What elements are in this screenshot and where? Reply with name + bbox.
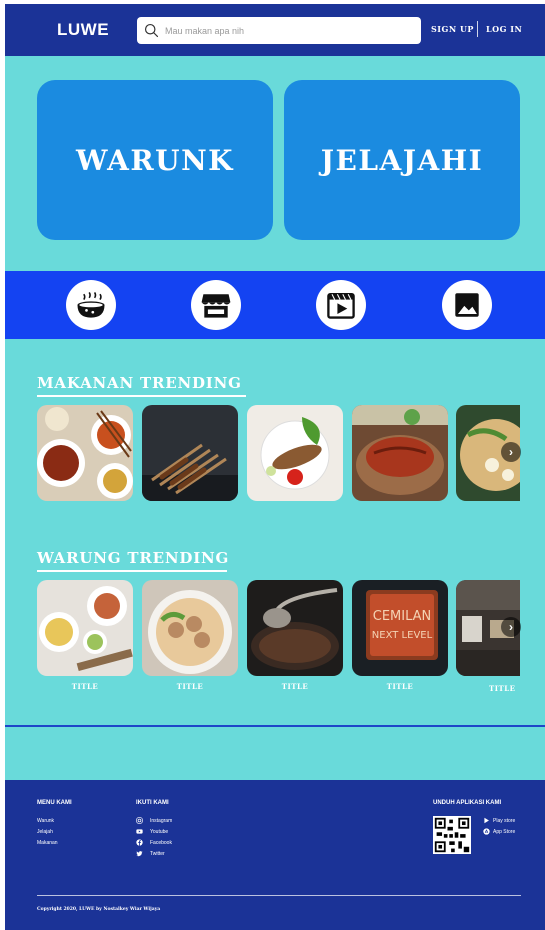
play-store-icon (484, 817, 489, 824)
food-photo-4 (352, 405, 448, 501)
category-food-button[interactable] (66, 280, 116, 330)
food-card-1[interactable] (37, 405, 133, 501)
food-card-3[interactable] (247, 405, 343, 501)
footer-link-makanan[interactable]: Makanan (37, 840, 58, 846)
warung-photo-1 (37, 580, 133, 676)
store-icon (201, 294, 231, 318)
copyright-text: Copyright 2020, LUWE by Nostalkey Wiar W… (37, 907, 161, 912)
warung-card-4[interactable]: CEMILAN NEXT LEVEL (352, 580, 448, 676)
food-photo-2 (142, 405, 238, 501)
jelajahi-card-label: JELAJAHI (320, 143, 484, 177)
food-pot-icon (77, 291, 105, 318)
warung-carousel-next-button[interactable]: › (501, 617, 521, 637)
top-navbar: LUWE SIGN UP LOG IN (5, 4, 545, 56)
footer-link-warunk[interactable]: Warunk (37, 818, 54, 824)
search-bar[interactable] (137, 17, 421, 44)
search-icon (144, 23, 159, 38)
warung-card-1[interactable] (37, 580, 133, 676)
footer-divider (37, 895, 521, 896)
warunk-card[interactable]: WARUNK (37, 80, 273, 240)
category-video-button[interactable] (316, 280, 366, 330)
youtube-icon (136, 829, 143, 834)
sign-text-line-1: CEMILAN (373, 609, 432, 624)
twitter-icon (136, 851, 143, 857)
logo[interactable]: LUWE (57, 20, 109, 40)
sign-text-line-2: NEXT LEVEL (372, 630, 433, 641)
image-icon (455, 293, 479, 317)
warung-card-2[interactable] (142, 580, 238, 676)
warung-photo-3 (247, 580, 343, 676)
warung-photo-2 (142, 580, 238, 676)
food-card-2[interactable] (142, 405, 238, 501)
log-in-button[interactable]: LOG IN (486, 24, 522, 34)
instagram-icon (136, 817, 143, 824)
food-card-4[interactable] (352, 405, 448, 501)
video-icon (327, 293, 355, 319)
footer-link-twitter[interactable]: Twitter (150, 851, 165, 857)
warunk-card-label: WARUNK (76, 143, 234, 177)
play-store-link[interactable]: Play store (493, 818, 515, 824)
warung-card-1-title[interactable]: TITLE (37, 682, 133, 691)
warung-card-3-title[interactable]: TITLE (247, 682, 343, 691)
warung-card-4-title[interactable]: TITLE (352, 682, 448, 691)
trending-warung-title: WARUNG TRENDING (37, 549, 230, 567)
trending-food-title: MAKANAN TRENDING (37, 374, 242, 392)
section-divider (5, 725, 545, 727)
category-store-button[interactable] (191, 280, 241, 330)
search-input[interactable] (163, 21, 417, 41)
warung-photo-4: CEMILAN NEXT LEVEL (352, 580, 448, 676)
footer-menu-heading: MENU KAMI (37, 800, 72, 806)
footer-link-facebook[interactable]: Facebook (150, 840, 172, 846)
food-carousel-next-button[interactable]: › (501, 442, 521, 462)
footer-link-instagram[interactable]: Instagram (150, 818, 172, 824)
footer: MENU KAMI Warunk Jelajah Makanan IKUTI K… (5, 780, 545, 930)
qr-code-icon (433, 816, 471, 854)
auth-divider (477, 21, 478, 37)
jelajahi-card[interactable]: JELAJAHI (284, 80, 520, 240)
trending-food-underline (37, 395, 246, 397)
warung-card-5-title[interactable]: TITLE (456, 684, 545, 693)
category-bar (5, 271, 545, 339)
app-store-link[interactable]: App Store (493, 829, 515, 835)
sign-up-button[interactable]: SIGN UP (431, 24, 474, 34)
category-gallery-button[interactable] (442, 280, 492, 330)
warung-card-3[interactable] (247, 580, 343, 676)
food-photo-3 (247, 405, 343, 501)
food-photo-1 (37, 405, 133, 501)
page: LUWE SIGN UP LOG IN WARUNK JELAJAHI (5, 4, 545, 930)
facebook-icon (136, 839, 143, 846)
warung-card-2-title[interactable]: TITLE (142, 682, 238, 691)
footer-link-jelajah[interactable]: Jelajah (37, 829, 53, 835)
app-store-icon (483, 828, 490, 835)
footer-app-heading: UNDUH APLIKASI KAMI (433, 800, 502, 806)
footer-social-heading: IKUTI KAMI (136, 800, 169, 806)
trending-warung-underline (37, 570, 227, 572)
footer-link-youtube[interactable]: Youtube (150, 829, 168, 835)
